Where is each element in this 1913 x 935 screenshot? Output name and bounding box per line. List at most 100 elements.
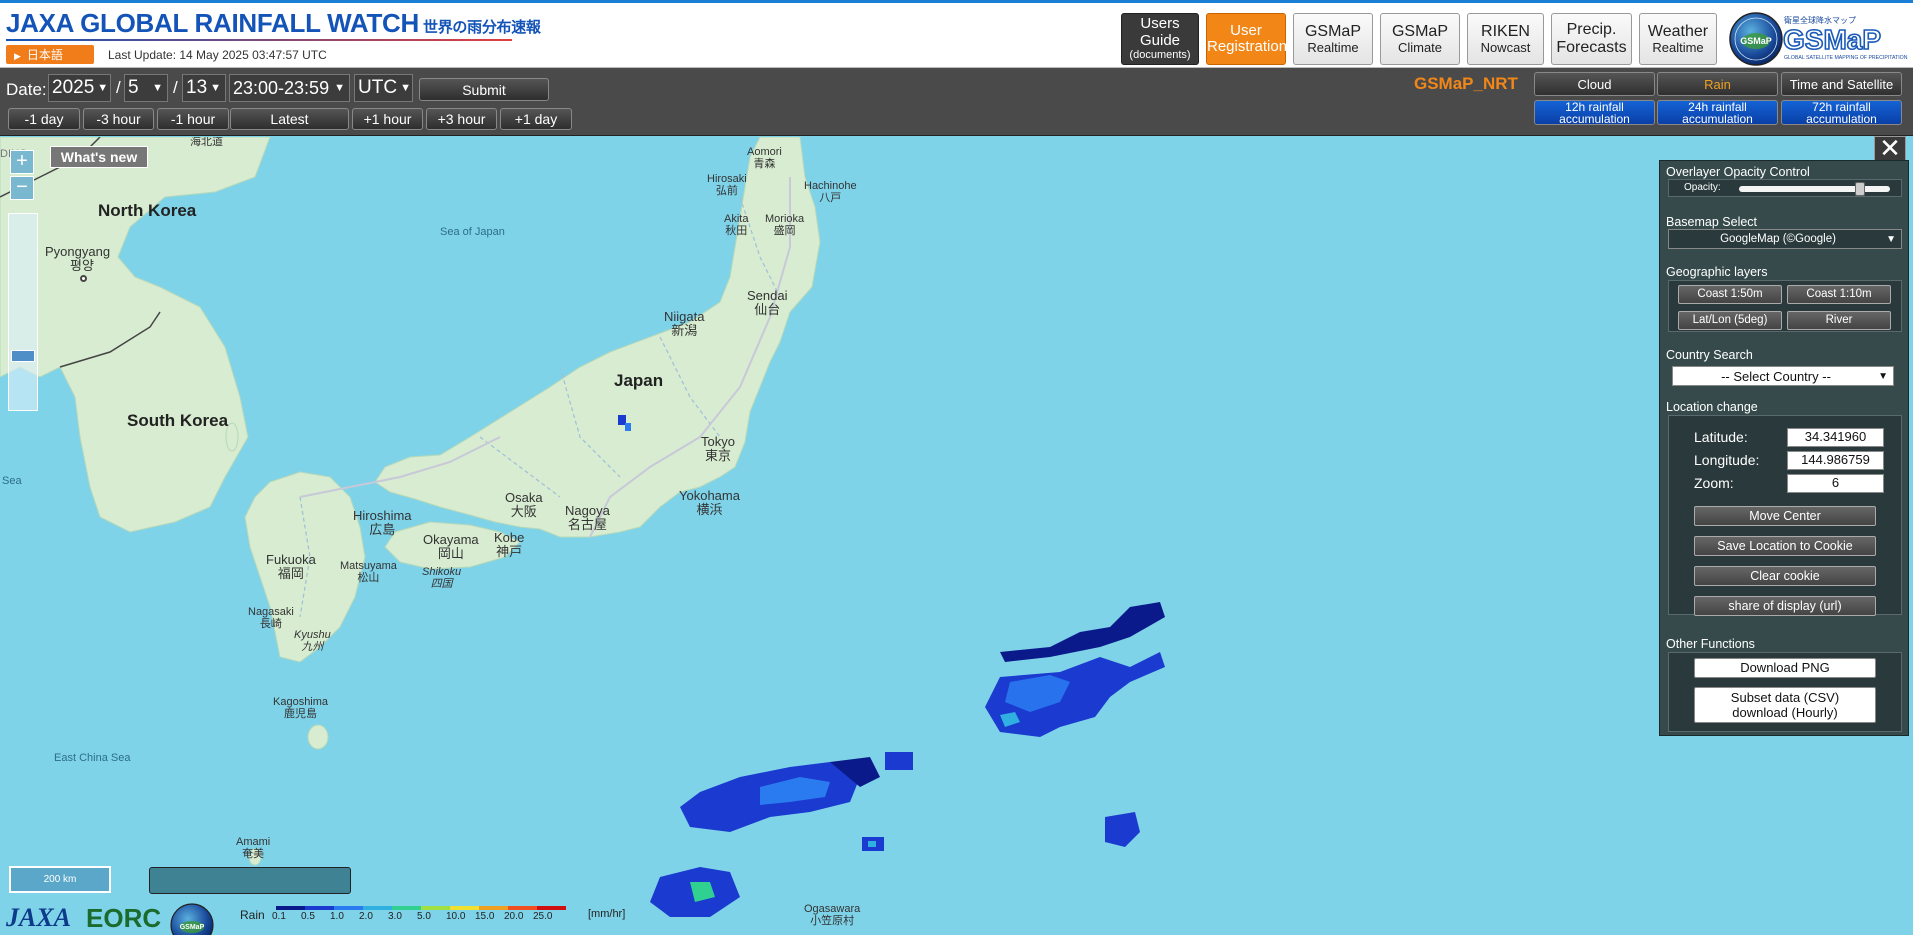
layer-sublabel: accumulation bbox=[1682, 111, 1753, 126]
label-okayama: Okayama 岡山 bbox=[423, 533, 479, 560]
label-aomori-jp: 青森 bbox=[753, 157, 776, 170]
legend-swatch bbox=[392, 906, 421, 910]
opacity-slider[interactable] bbox=[1739, 186, 1890, 192]
zoom-slider[interactable] bbox=[8, 213, 38, 411]
share-display-button[interactable]: share of display (url) bbox=[1694, 596, 1876, 616]
label-osaka: Osaka 大阪 bbox=[505, 491, 543, 518]
map-canvas[interactable]: North Korea South Korea Pyongyang 평양 Jap… bbox=[0, 137, 1913, 935]
basemap-select[interactable]: GoogleMap (©Google) ▼ bbox=[1668, 229, 1902, 249]
download-png-button[interactable]: Download PNG bbox=[1694, 658, 1876, 678]
label-ogasawara-en: Ogasawara bbox=[804, 903, 861, 915]
zoom-input[interactable]: 6 bbox=[1787, 474, 1884, 493]
label-shikoku: Shikoku 四国 bbox=[422, 566, 461, 590]
latest-button[interactable]: Latest bbox=[230, 108, 349, 130]
country-select[interactable]: -- Select Country -- ▼ bbox=[1672, 366, 1894, 386]
coast-50m-button[interactable]: Coast 1:50m bbox=[1678, 285, 1782, 304]
clear-cookie-button[interactable]: Clear cookie bbox=[1694, 566, 1876, 586]
label-nagasaki: Nagasaki 長崎 bbox=[248, 606, 294, 630]
subset-csv-button[interactable]: Subset data (CSV) download (Hourly) bbox=[1694, 687, 1876, 723]
label-kobe: Kobe 神戸 bbox=[494, 531, 524, 558]
month-select[interactable]: 5 ▼ bbox=[124, 74, 168, 102]
eorc-logo[interactable]: EORC bbox=[86, 903, 161, 934]
nav-gsmap-realtime[interactable]: GSMaP Realtime bbox=[1293, 13, 1373, 65]
nav-precip-forecasts[interactable]: Precip. Forecasts bbox=[1551, 13, 1632, 65]
nav-users-guide[interactable]: Users Guide (documents) bbox=[1121, 13, 1199, 65]
country-search-title: Country Search bbox=[1666, 348, 1753, 362]
river-button[interactable]: River bbox=[1787, 311, 1891, 330]
nav-weather-realtime[interactable]: Weather Realtime bbox=[1639, 13, 1717, 65]
label-hiroshima-jp: 広島 bbox=[369, 521, 396, 537]
nav-label: Weather bbox=[1647, 23, 1709, 41]
title-underline bbox=[6, 39, 512, 41]
label-nagasaki-en: Nagasaki bbox=[248, 606, 294, 618]
label-kyushu: Kyushu 九州 bbox=[294, 629, 331, 653]
day-select[interactable]: 13 ▼ bbox=[182, 74, 226, 102]
year-select[interactable]: 2025 ▼ bbox=[48, 74, 111, 102]
label-niigata-jp: 新潟 bbox=[671, 322, 698, 338]
legend-swatch bbox=[334, 906, 363, 910]
opacity-slider-thumb[interactable] bbox=[1854, 182, 1865, 196]
whats-new-button[interactable]: What's new bbox=[50, 146, 148, 168]
language-button[interactable]: ▶ 日本語 bbox=[6, 45, 94, 64]
opacity-title: Overlayer Opacity Control bbox=[1666, 165, 1810, 179]
label-pyongyang-ko: 평양 bbox=[70, 258, 94, 273]
zoom-slider-handle[interactable] bbox=[11, 350, 35, 362]
layer-time-satellite-button[interactable]: Time and Satellite bbox=[1781, 72, 1902, 96]
jaxa-logo[interactable]: JAXA bbox=[6, 903, 71, 933]
nav-user-registration[interactable]: User Registration bbox=[1206, 13, 1287, 65]
zoom-in-button[interactable]: + bbox=[10, 150, 34, 174]
layer-cloud-button[interactable]: Cloud bbox=[1534, 72, 1655, 96]
legend-tick-label: 1.0 bbox=[330, 911, 344, 922]
save-location-button[interactable]: Save Location to Cookie bbox=[1694, 536, 1876, 556]
label-niigata: Niigata 新潟 bbox=[664, 310, 704, 337]
plus-1-hour-button[interactable]: +1 hour bbox=[352, 108, 423, 130]
zoom-out-button[interactable]: − bbox=[10, 176, 34, 200]
label-kobe-jp: 神戸 bbox=[496, 543, 523, 559]
label-nagasaki-jp: 長崎 bbox=[259, 617, 282, 630]
site-title-text: JAXA GLOBAL RAINFALL WATCH bbox=[6, 8, 420, 38]
month-value: 5 bbox=[128, 77, 139, 98]
minus-1-day-button[interactable]: -1 day bbox=[8, 108, 80, 130]
label-japan: Japan bbox=[614, 371, 664, 390]
longitude-input[interactable]: 144.986759 bbox=[1787, 451, 1884, 470]
label-morioka-jp: 盛岡 bbox=[773, 224, 796, 237]
time-select[interactable]: 23:00-23:59 ▼ bbox=[229, 74, 350, 102]
nav-sublabel: Forecasts bbox=[1556, 39, 1627, 56]
label-south-korea: South Korea bbox=[127, 411, 229, 430]
geo-layers-title: Geographic layers bbox=[1666, 265, 1768, 279]
app-root: JAXA GLOBAL RAINFALL WATCH 世界の雨分布速報 ▶ 日本語 … bbox=[0, 0, 1913, 935]
layer-72h-accum-button[interactable]: 72h rainfall accumulation bbox=[1781, 100, 1902, 125]
label-north-korea: North Korea bbox=[98, 201, 197, 220]
label-yokohama-jp: 横浜 bbox=[696, 501, 723, 517]
latitude-input[interactable]: 34.341960 bbox=[1787, 428, 1884, 447]
nav-gsmap-climate[interactable]: GSMaP Climate bbox=[1380, 13, 1460, 65]
move-center-button[interactable]: Move Center bbox=[1694, 506, 1876, 526]
time-slider-box[interactable] bbox=[149, 867, 351, 894]
other-functions-title: Other Functions bbox=[1666, 637, 1755, 651]
label-tokyo-jp: 東京 bbox=[704, 447, 731, 463]
minus-3-hour-button[interactable]: -3 hour bbox=[83, 108, 154, 130]
label-hirosaki-jp: 弘前 bbox=[715, 184, 738, 197]
minus-1-hour-button[interactable]: -1 hour bbox=[157, 108, 229, 130]
layer-24h-accum-button[interactable]: 24h rainfall accumulation bbox=[1657, 100, 1778, 125]
gsmap-logo[interactable]: GSMaP 衛星全球降水マップ GSMaP GLOBAL SATELLITE M… bbox=[1728, 11, 1913, 67]
opacity-label: Opacity: bbox=[1684, 182, 1721, 193]
coast-10m-button[interactable]: Coast 1:10m bbox=[1787, 285, 1891, 304]
label-hachinohe-en: Hachinohe bbox=[804, 180, 857, 192]
legend-tick-label: 20.0 bbox=[504, 911, 524, 922]
legend-tick-label: 0.1 bbox=[272, 911, 286, 922]
gsmap-globe-icon[interactable]: GSMaP bbox=[169, 902, 215, 935]
site-title[interactable]: JAXA GLOBAL RAINFALL WATCH 世界の雨分布速報 bbox=[6, 8, 541, 39]
timezone-select[interactable]: UTC ▼ bbox=[354, 74, 413, 102]
close-icon[interactable]: ✕ bbox=[1874, 135, 1906, 162]
submit-button[interactable]: Submit bbox=[419, 78, 549, 101]
time-value: 23:00-23:59 bbox=[233, 77, 330, 98]
latlon-button[interactable]: Lat/Lon (5deg) bbox=[1678, 311, 1782, 330]
legend-swatch bbox=[305, 906, 334, 910]
plus-1-day-button[interactable]: +1 day bbox=[500, 108, 572, 130]
chevron-down-icon: ▼ bbox=[152, 82, 163, 94]
plus-3-hour-button[interactable]: +3 hour bbox=[426, 108, 497, 130]
layer-12h-accum-button[interactable]: 12h rainfall accumulation bbox=[1534, 100, 1655, 125]
layer-rain-button[interactable]: Rain bbox=[1657, 72, 1778, 96]
nav-riken-nowcast[interactable]: RIKEN Nowcast bbox=[1467, 13, 1544, 65]
